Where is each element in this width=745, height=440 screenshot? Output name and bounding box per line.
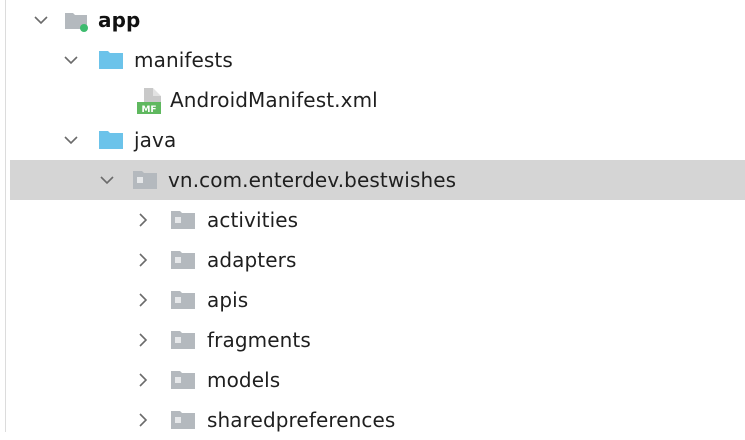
project-tree: app manifests MF AndroidManifest.xml jav… bbox=[0, 0, 745, 432]
tree-item-label: sharedpreferences bbox=[207, 408, 396, 432]
chevron-right-icon[interactable] bbox=[134, 291, 152, 309]
chevron-right-icon[interactable] bbox=[134, 371, 152, 389]
package-icon bbox=[170, 209, 195, 231]
tree-item-label: AndroidManifest.xml bbox=[170, 88, 378, 112]
tree-item-label: adapters bbox=[207, 248, 297, 272]
tree-item-label: java bbox=[134, 128, 177, 152]
manifest-icon-text: MF bbox=[141, 105, 156, 115]
tree-item-label: vn.com.enterdev.bestwishes bbox=[168, 168, 457, 192]
tree-item-adapters[interactable]: adapters bbox=[10, 240, 745, 280]
tree-item-fragments[interactable]: fragments bbox=[10, 320, 745, 360]
tree-item-app[interactable]: app bbox=[10, 0, 745, 40]
package-icon bbox=[170, 249, 195, 271]
tree-item-label: models bbox=[207, 368, 281, 392]
folder-icon bbox=[98, 129, 123, 151]
chevron-down-icon[interactable] bbox=[62, 131, 80, 149]
folder-icon bbox=[98, 49, 123, 71]
tree-item-java[interactable]: java bbox=[10, 120, 745, 160]
chevron-down-icon[interactable] bbox=[32, 11, 50, 29]
chevron-right-icon[interactable] bbox=[134, 411, 152, 429]
tree-item-manifests[interactable]: manifests bbox=[10, 40, 745, 80]
chevron-down-icon[interactable] bbox=[62, 51, 80, 69]
chevron-right-icon[interactable] bbox=[134, 251, 152, 269]
tree-item-label: manifests bbox=[134, 48, 233, 72]
module-folder-icon bbox=[64, 9, 88, 32]
tree-item-models[interactable]: models bbox=[10, 360, 745, 400]
tree-item-label: fragments bbox=[207, 328, 311, 352]
tree-item-label: app bbox=[98, 8, 141, 32]
chevron-down-icon[interactable] bbox=[98, 171, 116, 189]
package-icon bbox=[170, 369, 195, 391]
chevron-right-icon[interactable] bbox=[134, 331, 152, 349]
package-icon bbox=[170, 289, 195, 311]
package-icon bbox=[170, 329, 195, 351]
tree-item-androidmanifest[interactable]: MF AndroidManifest.xml bbox=[10, 80, 745, 120]
tree-item-label: activities bbox=[207, 208, 299, 232]
package-icon bbox=[170, 409, 195, 431]
package-icon bbox=[132, 169, 157, 191]
chevron-right-icon[interactable] bbox=[134, 211, 152, 229]
manifest-file-icon: MF bbox=[136, 87, 166, 115]
tree-item-label: apis bbox=[207, 288, 249, 312]
tree-item-apis[interactable]: apis bbox=[10, 280, 745, 320]
tree-item-vn-com-enterdev-bestwishes[interactable]: vn.com.enterdev.bestwishes bbox=[10, 160, 745, 200]
tree-item-activities[interactable]: activities bbox=[10, 200, 745, 240]
tree-item-sharedpreferences[interactable]: sharedpreferences bbox=[10, 400, 745, 440]
